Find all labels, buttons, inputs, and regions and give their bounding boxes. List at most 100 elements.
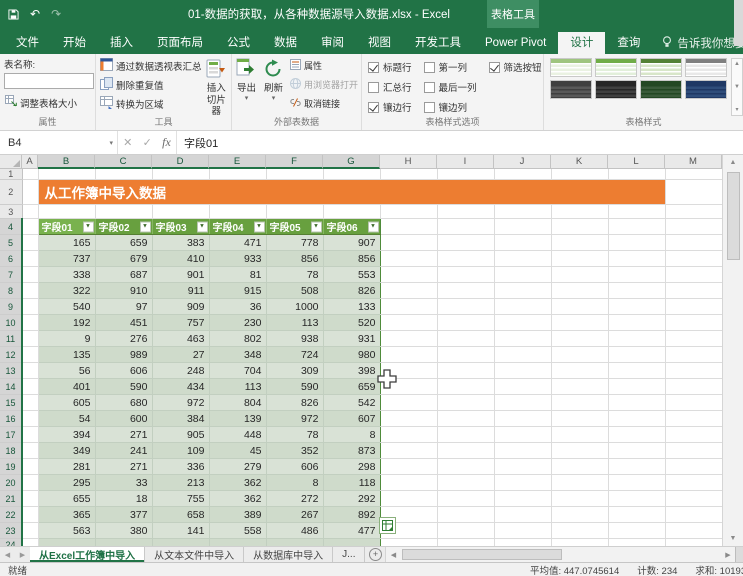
grid-cell[interactable]: [608, 426, 666, 443]
grid-cell[interactable]: [665, 538, 722, 546]
grid-cell[interactable]: [665, 179, 722, 205]
grid-cell[interactable]: [665, 410, 722, 427]
grid-cell[interactable]: [494, 314, 552, 331]
style-option-checkbox[interactable]: 筛选按钮: [488, 60, 542, 74]
table-data-cell[interactable]: 113: [266, 314, 324, 331]
scroll-up-icon[interactable]: ▲: [723, 155, 743, 170]
pane-split-handle[interactable]: [735, 547, 743, 562]
name-box-dropdown-icon[interactable]: ▾: [109, 139, 113, 147]
grid-cell[interactable]: [22, 522, 39, 539]
cancel-icon[interactable]: ✕: [123, 136, 132, 149]
row-header[interactable]: 9: [0, 298, 23, 315]
table-data-cell[interactable]: 911: [152, 282, 210, 299]
grid-cell[interactable]: [494, 410, 552, 427]
grid-cell[interactable]: [494, 522, 552, 539]
ribbon-tab[interactable]: 文件: [4, 32, 51, 54]
table-data-cell[interactable]: 97: [95, 298, 153, 315]
table-data-cell[interactable]: 826: [266, 394, 324, 411]
grid-cell[interactable]: [608, 250, 666, 267]
table-data-cell[interactable]: 380: [95, 522, 153, 539]
grid-cell[interactable]: [380, 410, 438, 427]
table-data-cell[interactable]: [209, 538, 267, 546]
table-data-cell[interactable]: 398: [323, 362, 381, 379]
grid-cell[interactable]: [266, 169, 324, 180]
grid-cell[interactable]: [38, 169, 96, 180]
grid-cell[interactable]: [22, 458, 39, 475]
grid-cell[interactable]: [437, 204, 495, 219]
row-header[interactable]: 13: [0, 362, 23, 379]
grid-cell[interactable]: [152, 169, 210, 180]
grid-cell[interactable]: [437, 218, 495, 235]
table-data-cell[interactable]: [95, 538, 153, 546]
ribbon-tab[interactable]: 视图: [356, 32, 403, 54]
table-data-cell[interactable]: 434: [152, 378, 210, 395]
grid-cell[interactable]: [665, 298, 722, 315]
insert-function-icon[interactable]: fx: [162, 135, 171, 150]
table-data-cell[interactable]: 606: [266, 458, 324, 475]
column-header[interactable]: E: [209, 155, 266, 169]
table-data-cell[interactable]: 109: [152, 442, 210, 459]
grid-cell[interactable]: [551, 490, 609, 507]
grid-cell[interactable]: [608, 378, 666, 395]
grid-cell[interactable]: [551, 250, 609, 267]
table-data-cell[interactable]: 389: [209, 506, 267, 523]
insert-slicer-button[interactable]: 插入切片器: [204, 56, 229, 118]
sheet-tab[interactable]: 从Excel工作簿中导入: [30, 547, 146, 562]
grid-cell[interactable]: [665, 218, 722, 235]
row-header[interactable]: 6: [0, 250, 23, 267]
row-header[interactable]: 18: [0, 442, 23, 459]
table-data-cell[interactable]: 508: [266, 282, 324, 299]
table-style-thumbnail[interactable]: [640, 58, 682, 77]
column-header[interactable]: F: [266, 155, 323, 169]
column-header[interactable]: I: [437, 155, 494, 169]
grid-cell[interactable]: [494, 474, 552, 491]
table-data-cell[interactable]: 135: [37, 346, 96, 363]
grid-cell[interactable]: [665, 362, 722, 379]
table-data-cell[interactable]: 540: [37, 298, 96, 315]
table-data-cell[interactable]: 724: [266, 346, 324, 363]
column-header[interactable]: G: [323, 155, 380, 169]
refresh-button[interactable]: 刷新 ▾: [260, 56, 287, 118]
filter-dropdown-button[interactable]: ▼: [253, 221, 265, 232]
table-data-cell[interactable]: 362: [209, 474, 267, 491]
select-all-corner[interactable]: [0, 155, 22, 169]
grid-cell[interactable]: [22, 314, 39, 331]
grid-cell[interactable]: [608, 234, 666, 251]
table-data-cell[interactable]: 704: [209, 362, 267, 379]
table-data-cell[interactable]: 271: [95, 426, 153, 443]
grid-cell[interactable]: [665, 506, 722, 523]
horizontal-scroll-thumb[interactable]: [402, 549, 563, 560]
table-data-cell[interactable]: 362: [209, 490, 267, 507]
grid-cell[interactable]: [551, 282, 609, 299]
row-header[interactable]: 14: [0, 378, 23, 395]
grid-cell[interactable]: [608, 282, 666, 299]
table-style-thumbnail[interactable]: [685, 80, 727, 99]
table-data-cell[interactable]: 78: [266, 266, 324, 283]
grid-cell[interactable]: [437, 522, 495, 539]
grid-cell[interactable]: [323, 169, 381, 180]
table-data-cell[interactable]: 281: [37, 458, 96, 475]
grid-cell[interactable]: [494, 266, 552, 283]
grid-cell[interactable]: [665, 378, 722, 395]
grid-cell[interactable]: [551, 204, 609, 219]
row-header[interactable]: 8: [0, 282, 23, 299]
grid-cell[interactable]: [209, 204, 267, 219]
ribbon-tab[interactable]: 审阅: [309, 32, 356, 54]
table-data-cell[interactable]: 322: [37, 282, 96, 299]
table-data-cell[interactable]: 520: [323, 314, 381, 331]
grid-cell[interactable]: [551, 474, 609, 491]
grid-cell[interactable]: [665, 346, 722, 363]
table-data-cell[interactable]: 54: [37, 410, 96, 427]
grid-cell[interactable]: [22, 266, 39, 283]
table-data-cell[interactable]: 553: [323, 266, 381, 283]
table-data-cell[interactable]: [266, 538, 324, 546]
grid-cell[interactable]: [22, 282, 39, 299]
summarize-pivottable-button[interactable]: 通过数据透视表汇总: [98, 56, 204, 75]
table-data-cell[interactable]: 298: [323, 458, 381, 475]
table-data-cell[interactable]: 907: [323, 234, 381, 251]
grid-cell[interactable]: [380, 442, 438, 459]
grid-cell[interactable]: [22, 250, 39, 267]
grid-cell[interactable]: [608, 506, 666, 523]
gallery-scroll-strip[interactable]: ▲ ▼ ▾: [731, 58, 743, 116]
grid-cell[interactable]: [494, 506, 552, 523]
